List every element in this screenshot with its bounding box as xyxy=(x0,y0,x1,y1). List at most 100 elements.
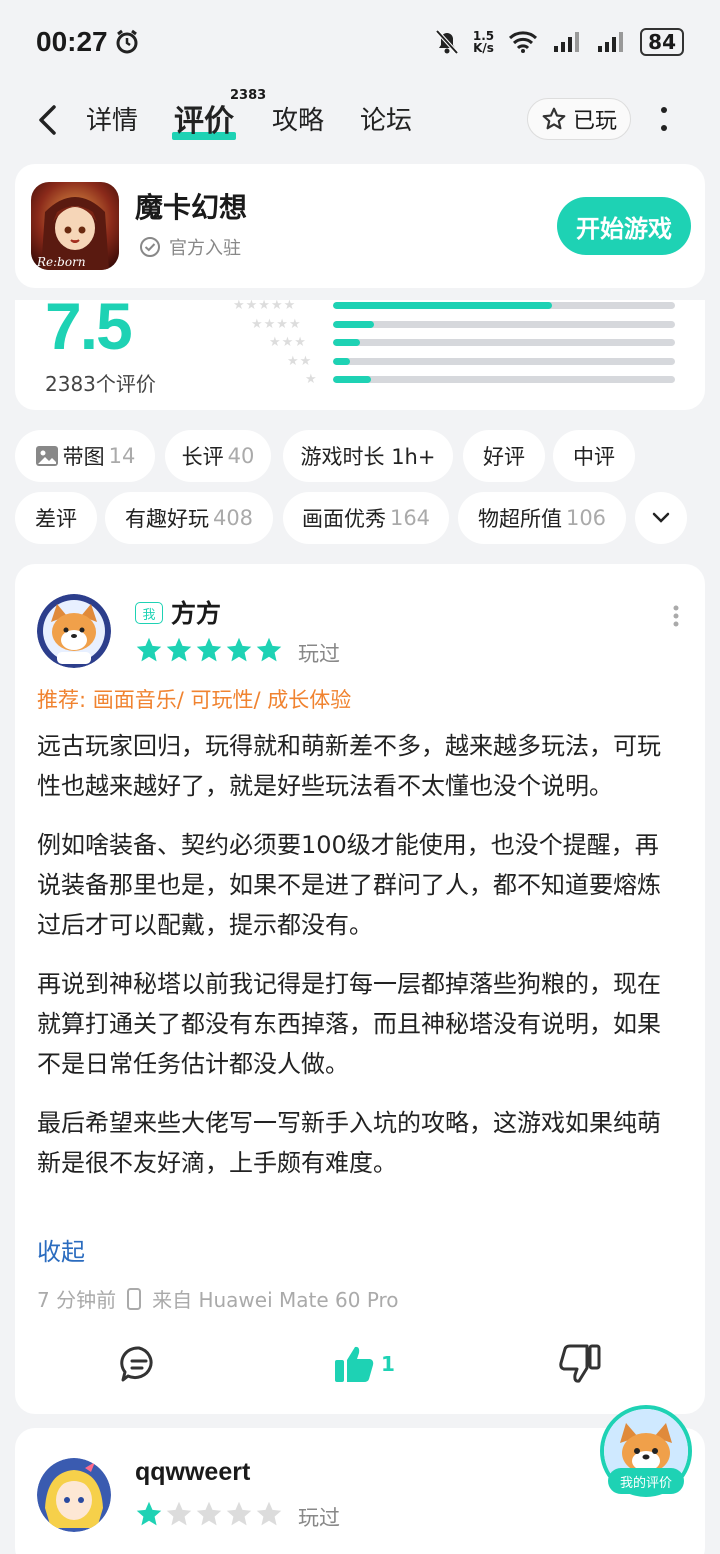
distribution-stars: ★★★★★ xyxy=(233,300,297,313)
distribution-fill xyxy=(333,302,552,309)
review-paragraph: 最后希望来些大佬写一写新手入坑的攻略，这游戏如果纯萌新是很不友好滴，上手颇有难度… xyxy=(37,1109,661,1177)
star-outline-icon xyxy=(542,107,566,130)
star-icon xyxy=(256,1501,282,1526)
tab-guides[interactable]: 攻略 xyxy=(272,100,324,137)
official-label: 官方入驻 xyxy=(169,238,241,259)
thumbs-down-icon xyxy=(559,1344,601,1383)
comment-button[interactable] xyxy=(119,1344,159,1384)
signal-icon xyxy=(554,32,580,52)
reviewer-name[interactable]: qqwweert xyxy=(135,1458,250,1487)
star-icon xyxy=(166,1501,192,1526)
review-paragraph: 远古玩家回归，玩得就和萌新差不多，越来越多玩法，可玩性也越来越好了，就是好些玩法… xyxy=(37,732,661,800)
review-text: 远古玩家回归，玩得就和萌新差不多，越来越多玩法，可玩性也越来越好了，就是好些玩法… xyxy=(37,726,677,1202)
star-icon xyxy=(226,637,252,662)
distribution-row-5-star: ★★★★★ xyxy=(233,300,693,316)
image-icon xyxy=(35,446,58,466)
played-label: 已玩 xyxy=(572,109,617,134)
official-badge: 官方入驻 xyxy=(139,234,241,260)
review-card: 我 方方 玩过 推荐: 画面音乐/ 可玩性/ 成长体验 远古玩家回归，玩得就和萌… xyxy=(15,564,705,1414)
star-icon xyxy=(196,1501,222,1526)
rating-summary: 7.5 2383个评价 ★★★★★ ★★★★ ★★★ ★★ ★ xyxy=(15,300,705,410)
verified-check-icon xyxy=(140,237,160,257)
review-actions: 1 xyxy=(15,1344,705,1394)
distribution-fill xyxy=(333,320,375,328)
svg-text:Re:born: Re:born xyxy=(36,255,86,269)
start-game-button[interactable]: 开始游戏 xyxy=(557,197,691,255)
filter-neutral[interactable]: 中评 xyxy=(553,430,635,482)
me-tag: 我 xyxy=(135,602,163,624)
filter-playtime[interactable]: 游戏时长 1h+ xyxy=(283,430,453,482)
thumbs-up-icon xyxy=(335,1346,374,1382)
status-time: 00:27 xyxy=(36,26,108,57)
signal-icon-2 xyxy=(598,32,624,52)
collapse-link[interactable]: 收起 xyxy=(37,1232,85,1267)
distribution-row-2-star: ★★ xyxy=(233,354,693,372)
battery-indicator: 84 xyxy=(640,28,684,56)
distribution-stars: ★★ xyxy=(287,353,313,369)
star-rating xyxy=(135,1500,283,1528)
distribution-stars: ★★★ xyxy=(269,335,307,350)
rating-score: 7.5 xyxy=(45,300,133,363)
star-icon xyxy=(256,637,282,662)
filter-value[interactable]: 物超所值 106 xyxy=(458,492,626,544)
like-button[interactable]: 1 xyxy=(333,1344,395,1384)
star-icon xyxy=(166,637,192,662)
back-arrow-icon[interactable] xyxy=(36,104,58,136)
tab-details[interactable]: 详情 xyxy=(86,100,138,137)
chevron-down-icon xyxy=(652,512,670,523)
distribution-row-4-star: ★★★★ xyxy=(233,317,693,335)
distribution-stars: ★★★★ xyxy=(251,316,302,332)
filter-row-2: 差评 有趣好玩 408 画面优秀 164 物超所值 106 xyxy=(15,492,705,544)
filter-fun[interactable]: 有趣好玩 408 xyxy=(105,492,273,544)
mute-bell-icon xyxy=(435,29,459,55)
like-count: 1 xyxy=(381,1352,395,1376)
review-count-badge: 2383 xyxy=(230,88,267,103)
dislike-button[interactable] xyxy=(559,1344,601,1384)
reviewer-name[interactable]: 方方 xyxy=(171,594,221,630)
alarm-icon xyxy=(116,29,138,54)
distribution-stars: ★ xyxy=(305,372,318,387)
played-status: 玩过 xyxy=(298,1506,340,1530)
more-vertical-icon[interactable] xyxy=(654,102,674,138)
distribution-fill xyxy=(333,339,361,346)
review-paragraph: 例如啥装备、契约必须要100级才能使用，也没个提醒，再说装备那里也是，如果不是进… xyxy=(37,831,661,939)
game-title: 魔卡幻想 xyxy=(135,191,248,224)
avatar[interactable] xyxy=(37,594,111,668)
filter-row-1: 带图 14 长评 40 游戏时长 1h+ 好评 中评 xyxy=(15,430,705,482)
star-icon xyxy=(136,1501,162,1526)
rating-count: 2383个评价 xyxy=(45,372,156,396)
filter-with-images[interactable]: 带图 14 xyxy=(15,430,155,482)
filter-positive[interactable]: 好评 xyxy=(463,430,545,482)
net-speed: 1.5 K/s xyxy=(472,29,495,55)
game-icon[interactable]: Re:born xyxy=(31,182,119,270)
wifi-icon xyxy=(509,31,538,53)
star-icon xyxy=(196,637,222,662)
my-review-label[interactable]: 我的评价 xyxy=(608,1468,684,1494)
star-rating xyxy=(135,636,283,664)
recommend-tags: 推荐: 画面音乐/ 可玩性/ 成长体验 xyxy=(37,688,352,712)
status-bar: 00:27 1.5 K/s 84 xyxy=(0,0,720,84)
game-card: Re:born 魔卡幻想 官方入驻 开始游戏 xyxy=(15,164,705,288)
distribution-row-1-star: ★ xyxy=(233,372,693,390)
played-button[interactable]: 已玩 xyxy=(527,98,631,140)
tab-reviews[interactable]: 评价 xyxy=(174,96,234,140)
star-icon xyxy=(226,1501,252,1526)
filter-graphics[interactable]: 画面优秀 164 xyxy=(283,492,449,544)
avatar[interactable] xyxy=(37,1458,111,1532)
review-time: 7 分钟前 xyxy=(37,1288,117,1312)
review-paragraph: 再说到神秘塔以前我记得是打每一层都掉落些狗粮的，现在就算打通关了都没有东西掉落，… xyxy=(37,970,661,1078)
filter-negative[interactable]: 差评 xyxy=(15,492,97,544)
comment-icon xyxy=(120,1346,153,1382)
more-vertical-icon[interactable] xyxy=(669,604,683,628)
top-nav: 详情 评价 2383 攻略 论坛 已玩 xyxy=(0,84,720,154)
distribution-fill xyxy=(333,376,371,383)
distribution-fill xyxy=(333,357,351,365)
filter-expand-button[interactable] xyxy=(635,492,687,544)
tab-forum[interactable]: 论坛 xyxy=(360,100,412,137)
phone-icon xyxy=(127,1287,142,1310)
filter-long-reviews[interactable]: 长评 40 xyxy=(165,430,271,482)
distribution-row-3-star: ★★★ xyxy=(233,335,693,353)
review-meta: 7 分钟前 来自 Huawei Mate 60 Pro xyxy=(37,1284,399,1313)
played-status: 玩过 xyxy=(298,642,340,666)
star-icon xyxy=(136,637,162,662)
